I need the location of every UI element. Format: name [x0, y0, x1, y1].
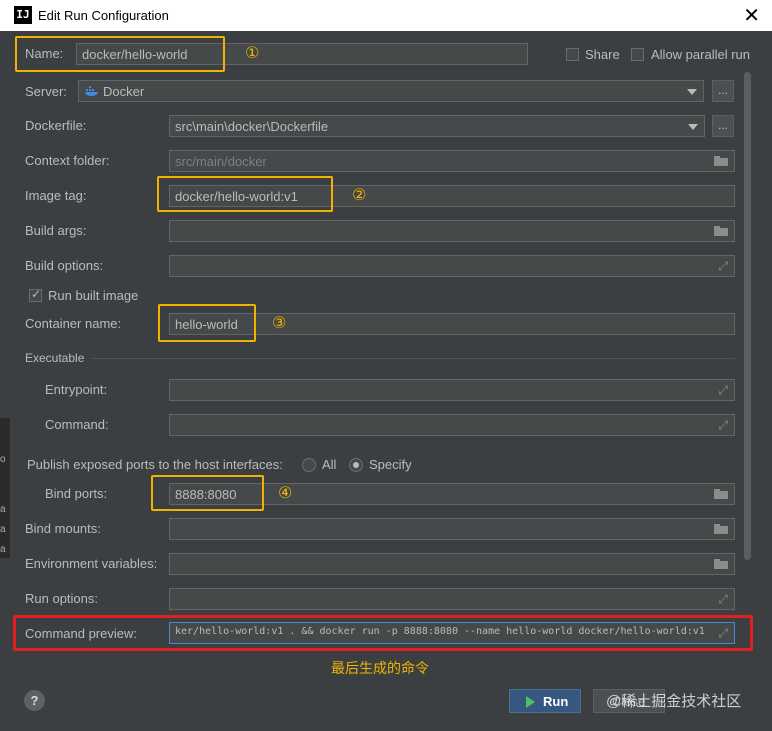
context-folder-label: Context folder: [25, 153, 110, 168]
run-built-image-label: Run built image [48, 288, 139, 303]
env-vars-input[interactable] [169, 553, 735, 575]
edge-char: a [0, 504, 6, 515]
annotation-note: 最后生成的命令 [331, 660, 429, 676]
expand-icon[interactable]: ⤢ [718, 418, 728, 433]
context-folder-input[interactable]: src/main/docker [169, 150, 735, 172]
run-built-image-checkbox[interactable] [29, 287, 42, 302]
env-vars-label: Environment variables: [25, 556, 158, 571]
dockerfile-select[interactable]: src\main\docker\Dockerfile [169, 115, 705, 137]
edge-char: o [0, 454, 6, 465]
folder-icon[interactable] [714, 524, 728, 534]
publish-specify-radio[interactable] [349, 458, 363, 472]
entrypoint-label: Entrypoint: [45, 382, 108, 397]
annotation-box-1 [15, 36, 225, 72]
server-more-button[interactable]: ... [712, 80, 734, 102]
annotation-number-1: ① [245, 43, 260, 62]
window-title: Edit Run Configuration [38, 8, 169, 23]
dockerfile-value: src\main\docker\Dockerfile [175, 119, 329, 134]
close-icon[interactable]: ✕ [743, 3, 760, 27]
run-button[interactable]: Run [509, 689, 581, 713]
annotation-box-3 [158, 304, 256, 342]
background-editor-edge: o a a a [0, 418, 10, 558]
dropdown-arrow-icon [687, 89, 697, 95]
folder-icon[interactable] [714, 226, 728, 236]
annotation-box-2 [157, 176, 333, 212]
bind-ports-label: Bind ports: [45, 486, 108, 501]
executable-section-title: Executable [25, 351, 85, 365]
dropdown-arrow-icon [688, 124, 698, 130]
command-label: Command: [45, 417, 109, 432]
share-label: Share [585, 47, 620, 62]
run-button-label: Run [543, 694, 569, 709]
context-folder-value: src/main/docker [175, 154, 267, 169]
publish-specify-label: Specify [369, 457, 412, 472]
build-options-label: Build options: [25, 258, 104, 273]
section-divider [92, 358, 735, 359]
image-tag-label: Image tag: [25, 188, 87, 203]
dockerfile-more-button[interactable]: ... [712, 115, 734, 137]
expand-icon[interactable]: ⤢ [718, 592, 728, 607]
folder-icon[interactable] [714, 156, 728, 166]
folder-icon[interactable] [714, 489, 728, 499]
edge-char: a [0, 524, 6, 535]
dockerfile-label: Dockerfile: [25, 118, 87, 133]
edge-char: a [0, 544, 6, 555]
share-checkbox[interactable] [566, 48, 579, 61]
annotation-number-4: ④ [278, 483, 293, 502]
run-options-input[interactable]: ⤢ [169, 588, 735, 610]
server-select[interactable]: Docker [78, 80, 704, 102]
command-preview-highlight [13, 615, 753, 651]
entrypoint-input[interactable]: ⤢ [169, 379, 735, 401]
build-options-input[interactable]: ⤢ [169, 255, 735, 277]
expand-icon[interactable]: ⤢ [718, 383, 728, 398]
bind-mounts-label: Bind mounts: [25, 521, 101, 536]
watermark: @稀土掘金技术社区 [606, 693, 742, 710]
container-name-label: Container name: [25, 316, 122, 331]
allow-parallel-label: Allow parallel run [651, 47, 750, 62]
folder-icon[interactable] [714, 559, 728, 569]
expand-icon[interactable]: ⤢ [718, 259, 728, 274]
server-label: Server: [25, 84, 67, 99]
annotation-number-3: ③ [272, 313, 287, 332]
play-icon [526, 696, 535, 708]
docker-icon [85, 86, 98, 96]
publish-all-radio[interactable] [302, 458, 316, 472]
publish-ports-label: Publish exposed ports to the host interf… [27, 457, 283, 472]
intellij-icon: IJ [14, 6, 32, 24]
scrollbar[interactable] [744, 72, 751, 560]
build-args-input[interactable] [169, 220, 735, 242]
build-args-label: Build args: [25, 223, 87, 238]
server-value: Docker [103, 84, 145, 99]
run-options-label: Run options: [25, 591, 98, 606]
bind-mounts-input[interactable] [169, 518, 735, 540]
command-input[interactable]: ⤢ [169, 414, 735, 436]
allow-parallel-checkbox[interactable] [631, 48, 644, 61]
title-bar: IJ Edit Run Configuration ✕ [0, 0, 772, 31]
annotation-number-2: ② [352, 185, 367, 204]
help-icon[interactable]: ? [24, 690, 45, 711]
publish-all-label: All [322, 457, 337, 472]
annotation-box-4 [151, 475, 264, 511]
